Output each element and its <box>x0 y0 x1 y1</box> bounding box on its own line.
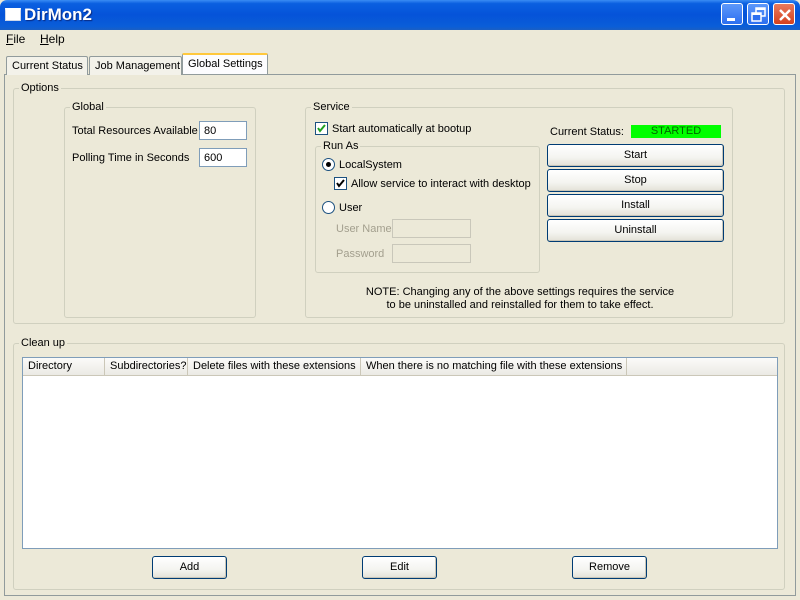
add-button[interactable]: Add <box>152 556 227 579</box>
run-as-group-label: Run As <box>321 140 361 152</box>
user-name-label: User Name <box>336 223 392 235</box>
install-button[interactable]: Install <box>547 194 724 217</box>
cleanup-list[interactable]: Directory Subdirectories? Delete files w… <box>22 357 778 549</box>
current-status-label: Current Status: <box>550 126 624 138</box>
uninstall-button[interactable]: Uninstall <box>547 219 724 242</box>
status-badge: STARTED <box>631 125 721 138</box>
service-group-label: Service <box>311 101 352 113</box>
edit-button[interactable]: Edit <box>362 556 437 579</box>
restore-icon <box>751 7 766 22</box>
polling-time-input[interactable] <box>199 148 247 167</box>
local-system-radio[interactable] <box>322 158 335 171</box>
tab-label: Job Management <box>95 60 180 72</box>
tab-job-management[interactable]: Job Management <box>89 56 182 75</box>
note-line-1: NOTE: Changing any of the above settings… <box>365 286 675 298</box>
user-label: User <box>339 202 363 214</box>
stop-button[interactable]: Stop <box>547 169 724 192</box>
options-group-label: Options <box>19 82 61 94</box>
password-label: Password <box>336 248 385 260</box>
menu-bar <box>0 30 800 50</box>
column-header-delete-extensions[interactable]: Delete files with these extensions <box>188 358 361 375</box>
tab-current-status[interactable]: Current Status <box>6 56 88 75</box>
checkmark-icon <box>317 124 326 133</box>
global-group-label: Global <box>70 101 106 113</box>
polling-time-label: Polling Time in Seconds <box>72 152 190 164</box>
close-icon <box>779 9 791 21</box>
start-auto-checkbox[interactable] <box>315 122 328 135</box>
total-resources-label: Total Resources Available <box>72 125 198 137</box>
minimize-icon <box>727 18 735 21</box>
radio-dot <box>326 162 331 167</box>
menu-file-label: File <box>6 32 26 46</box>
interact-desktop-checkbox[interactable] <box>334 177 347 190</box>
minimize-button[interactable] <box>721 3 743 25</box>
cleanup-list-header: Directory Subdirectories? Delete files w… <box>23 358 777 376</box>
start-auto-label: Start automatically at bootup <box>332 123 472 135</box>
window-title: DirMon2 <box>24 5 92 24</box>
column-header-directory[interactable]: Directory <box>23 358 105 375</box>
note-line-2: to be uninstalled and reinstalled for th… <box>386 299 654 311</box>
restore-button[interactable] <box>747 3 769 25</box>
tab-label: Current Status <box>12 60 83 72</box>
tab-label: Global Settings <box>188 58 263 70</box>
column-header-subdirectories[interactable]: Subdirectories? <box>105 358 188 375</box>
start-button[interactable]: Start <box>547 144 724 167</box>
password-input[interactable] <box>392 244 471 263</box>
tab-global-settings[interactable]: Global Settings <box>182 53 268 74</box>
interact-desktop-label: Allow service to interact with desktop <box>351 178 531 190</box>
menu-file[interactable]: File <box>6 32 25 46</box>
remove-button[interactable]: Remove <box>572 556 647 579</box>
user-name-input[interactable] <box>392 219 471 238</box>
title-bar[interactable] <box>0 0 800 30</box>
close-button[interactable] <box>773 3 795 25</box>
menu-help-label: Help <box>40 32 65 46</box>
user-radio[interactable] <box>322 201 335 214</box>
local-system-label: LocalSystem <box>339 159 402 171</box>
total-resources-input[interactable] <box>199 121 247 140</box>
column-header-no-matching[interactable]: When there is no matching file with thes… <box>361 358 627 375</box>
menu-help[interactable]: Help <box>40 32 65 46</box>
checkmark-icon <box>336 179 345 188</box>
cleanup-group-label: Clean up <box>19 337 68 349</box>
app-icon <box>5 8 21 21</box>
